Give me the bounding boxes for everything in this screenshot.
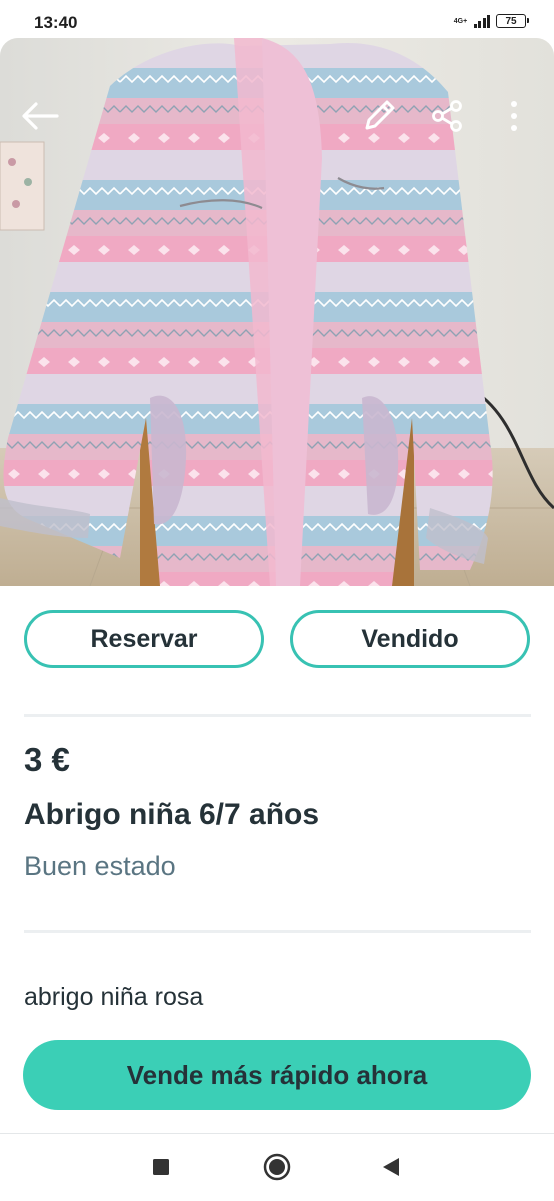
product-photo[interactable] (0, 38, 554, 586)
back-triangle-icon (383, 1158, 399, 1176)
reserve-button[interactable]: Reservar (24, 610, 264, 668)
back-arrow-icon (22, 102, 59, 130)
sold-button[interactable]: Vendido (290, 610, 530, 668)
edit-pencil-icon (365, 100, 395, 130)
product-price: 3 € (24, 741, 70, 778)
back-button[interactable] (18, 94, 62, 138)
jacket-illustration (0, 38, 554, 586)
more-options-button[interactable] (492, 94, 536, 138)
edit-button[interactable] (357, 94, 401, 138)
system-back-button[interactable] (376, 1152, 406, 1182)
recents-square-icon (153, 1159, 169, 1175)
home-circle-icon (263, 1153, 291, 1181)
divider (24, 930, 531, 933)
battery-icon: 75 (496, 14, 529, 28)
sell-faster-button[interactable]: Vende más rápido ahora (23, 1040, 531, 1110)
recents-button[interactable] (146, 1152, 176, 1182)
home-button[interactable] (262, 1152, 292, 1182)
system-nav-bar (0, 1133, 554, 1201)
network-type: 4G+ (453, 17, 468, 25)
share-button[interactable] (425, 94, 469, 138)
share-icon (432, 100, 462, 132)
product-condition: Buen estado (24, 851, 176, 881)
status-time: 13:40 (34, 13, 78, 32)
product-title: Abrigo niña 6/7 años (24, 798, 320, 831)
signal-icon (473, 14, 490, 28)
more-vertical-icon (511, 101, 517, 131)
divider (24, 714, 531, 717)
battery-level: 75 (505, 15, 517, 27)
status-icons: 4G+ 75 (453, 14, 529, 28)
product-description: abrigo niña rosa (24, 983, 204, 1011)
